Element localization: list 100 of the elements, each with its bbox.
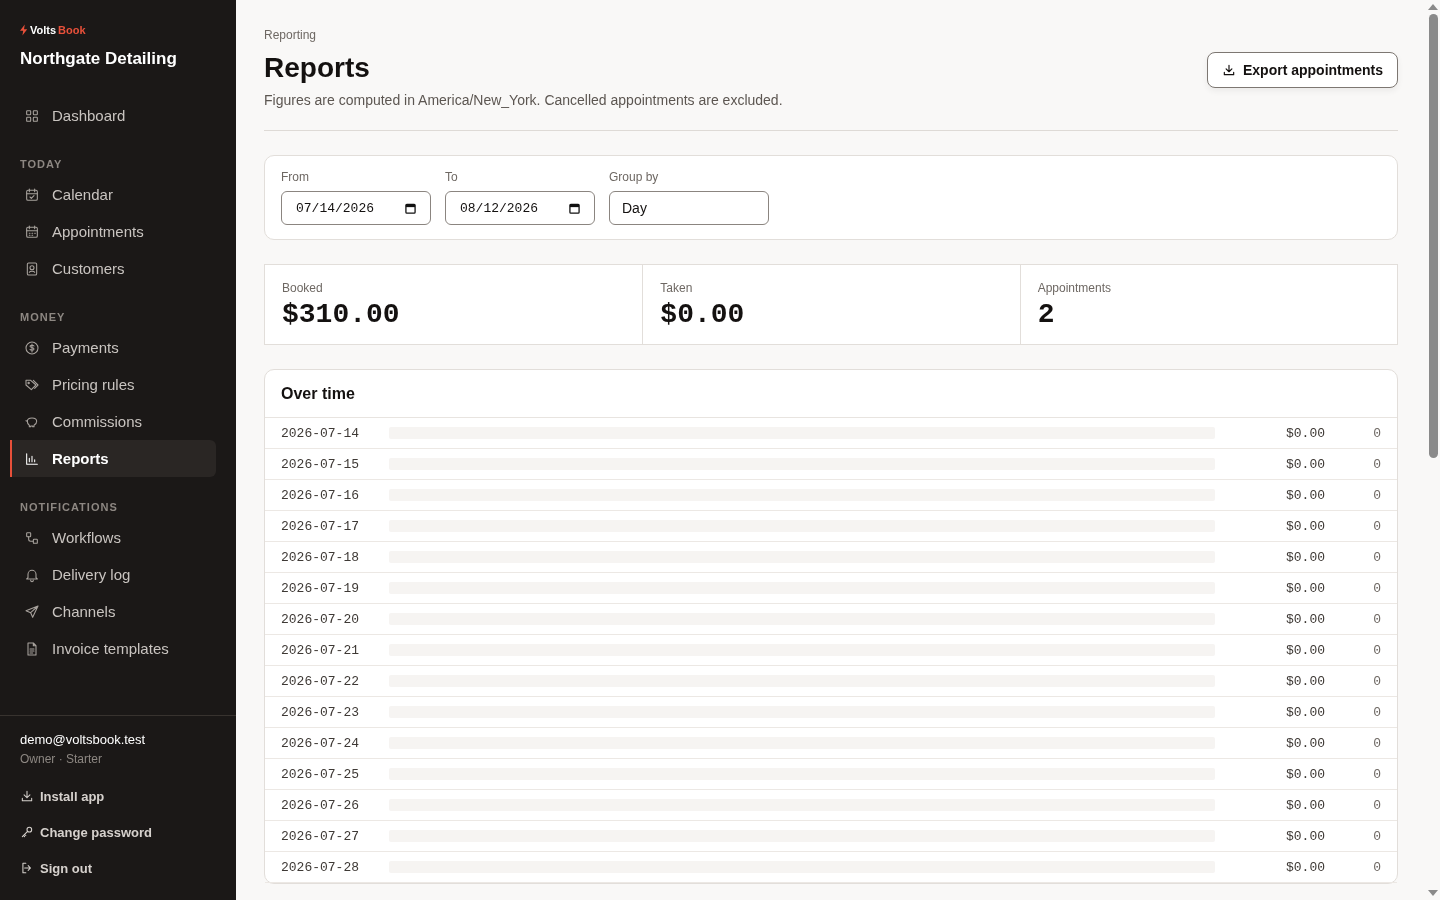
stat-label: Appointments	[1037, 281, 1113, 295]
amount-cell-text: $0.00	[1285, 642, 1325, 658]
account-link[interactable]: Install app	[20, 778, 216, 814]
nav-item[interactable]: Customers	[10, 250, 216, 287]
nav-item[interactable]: Reports	[10, 440, 216, 477]
amount-cell-text: $0.00	[1285, 735, 1325, 751]
date-cell-text: 2026-07-21	[281, 642, 360, 658]
count-cell-text: 0	[1372, 642, 1381, 658]
export-button[interactable]: Export appointments	[1207, 52, 1398, 88]
amount-cell-text: $0.00	[1285, 704, 1325, 720]
nav-item[interactable]: Dashboard	[10, 97, 216, 134]
nav-item[interactable]: Invoice templates	[10, 630, 216, 667]
stat-value: 2	[1037, 299, 1056, 330]
workflow-icon	[24, 529, 40, 546]
nav-item[interactable]: Channels	[10, 593, 216, 630]
send-icon	[24, 603, 40, 620]
calendar-icon	[24, 223, 40, 240]
nav-item[interactable]: Delivery log	[10, 556, 216, 593]
business-name: Northgate Detailing	[20, 49, 178, 69]
count-cell-text: 0	[1372, 766, 1381, 782]
count-cell-text: 0	[1372, 859, 1381, 875]
count-cell-text: 0	[1372, 828, 1381, 844]
date-cell-text: 2026-07-26	[281, 797, 360, 813]
user-role: Owner · Starter	[20, 752, 104, 766]
field-label: From	[281, 170, 310, 184]
date-cell-text: 2026-07-24	[281, 735, 360, 751]
date-cell-text: 2026-07-20	[281, 611, 360, 627]
nav-item[interactable]: Workflows	[10, 519, 216, 556]
date-cell-text: 2026-07-14	[281, 425, 360, 441]
amount-cell-text: $0.00	[1285, 766, 1325, 782]
count-cell-text: 0	[1372, 735, 1381, 751]
amount-cell-text: $0.00	[1285, 487, 1325, 503]
breadcrumb: Reporting	[264, 28, 318, 42]
nav-item[interactable]: Pricing rules	[10, 366, 216, 403]
count-cell-text: 0	[1372, 580, 1381, 596]
section-heading: NOTIFICATIONS	[20, 501, 119, 513]
date-cell-text: 2026-07-19	[281, 580, 360, 596]
date-field[interactable]: 08/12/2026	[445, 191, 595, 225]
date-cell-text: 2026-07-27	[281, 828, 360, 844]
calendar-check-icon	[24, 186, 40, 203]
grid-icon	[24, 107, 40, 124]
amount-cell-text: $0.00	[1285, 797, 1325, 813]
amount-cell-text: $0.00	[1285, 425, 1325, 441]
date-cell-text: 2026-07-25	[281, 766, 360, 782]
amount-cell-text: $0.00	[1285, 518, 1325, 534]
account-link[interactable]: Sign out	[20, 850, 216, 886]
key-icon	[20, 825, 34, 839]
stat-value: $310.00	[282, 299, 401, 330]
count-cell-text: 0	[1372, 797, 1381, 813]
stat-label: Taken	[660, 281, 694, 295]
calendar-icon	[569, 202, 580, 214]
sign-out-icon	[20, 861, 34, 875]
section-heading: TODAY	[20, 158, 64, 170]
calendar-icon	[405, 202, 416, 214]
brand-name: Volts	[30, 24, 57, 36]
stat-value: $0.00	[660, 299, 746, 330]
amount-cell-text: $0.00	[1285, 828, 1325, 844]
page-title: Reports	[264, 52, 371, 84]
card-title: Over time	[265, 370, 1397, 418]
dollar-circle-icon	[24, 339, 40, 356]
user-email: demo@voltsbook.test	[20, 732, 147, 747]
nav-item[interactable]: Calendar	[10, 176, 216, 213]
nav-item[interactable]: Commissions	[10, 403, 216, 440]
contact-card-icon	[24, 260, 40, 277]
nav-item[interactable]: Appointments	[10, 213, 216, 250]
field-label: Group by	[609, 170, 660, 184]
amount-cell-text: $0.00	[1285, 549, 1325, 565]
date-field[interactable]: 07/14/2026	[281, 191, 431, 225]
count-cell-text: 0	[1372, 673, 1381, 689]
count-cell-text: 0	[1372, 487, 1381, 503]
count-cell-text: 0	[1372, 456, 1381, 472]
date-cell-text: 2026-07-22	[281, 673, 360, 689]
count-cell-text: 0	[1372, 518, 1381, 534]
select-field[interactable]: Day	[609, 191, 769, 225]
download-icon	[1222, 63, 1236, 77]
date-cell-text: 2026-07-23	[281, 704, 360, 720]
amount-cell-text: $0.00	[1285, 580, 1325, 596]
count-cell-text: 0	[1372, 425, 1381, 441]
bar-chart-icon	[24, 450, 40, 467]
amount-cell-text: $0.00	[1285, 859, 1325, 875]
amount-cell-text: $0.00	[1285, 611, 1325, 627]
amount-cell-text: $0.00	[1285, 456, 1325, 472]
date-cell-text: 2026-07-15	[281, 456, 360, 472]
count-cell-text: 0	[1372, 611, 1381, 627]
lightning-bolt-icon	[20, 24, 28, 36]
brand-name-accent: Book	[58, 24, 86, 36]
amount-cell-text: $0.00	[1285, 673, 1325, 689]
date-cell-text: 2026-07-16	[281, 487, 360, 503]
field-label: To	[445, 170, 459, 184]
date-cell-text: 2026-07-18	[281, 549, 360, 565]
date-cell-text: 2026-07-28	[281, 859, 360, 875]
date-cell-text: 2026-07-17	[281, 518, 360, 534]
section-heading: MONEY	[20, 311, 67, 323]
count-cell-text: 0	[1372, 704, 1381, 720]
nav-item[interactable]: Payments	[10, 329, 216, 366]
account-link[interactable]: Change password	[20, 814, 216, 850]
download-icon	[20, 789, 34, 803]
stat-label: Booked	[282, 281, 324, 295]
page-description: Figures are computed in America/New_York. Cancelled appointments are excluded.	[264, 92, 783, 108]
count-cell-text: 0	[1372, 549, 1381, 565]
